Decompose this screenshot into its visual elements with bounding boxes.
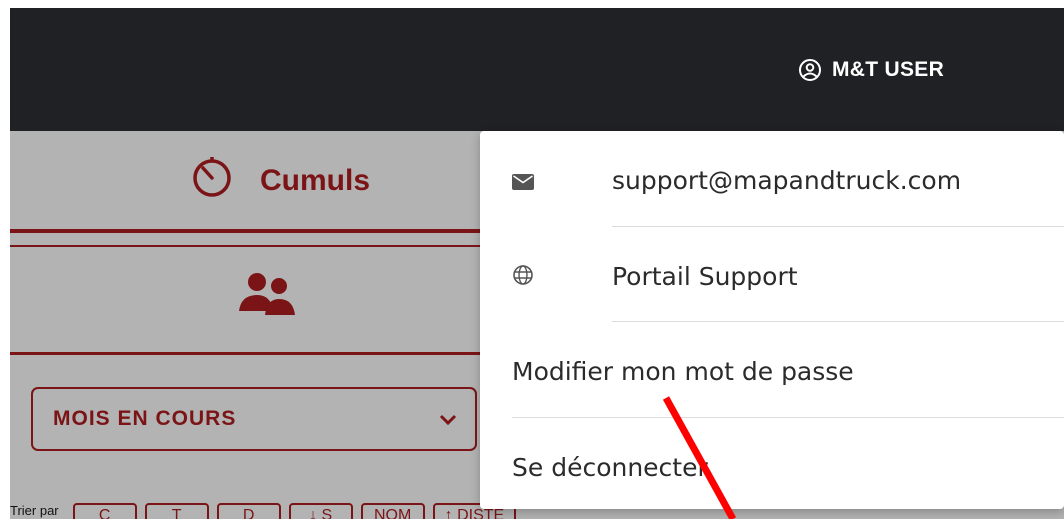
menu-divider (612, 226, 1064, 227)
tab-underline (10, 229, 530, 233)
menu-item-support-email[interactable]: support@mapandtruck.com (480, 133, 1064, 228)
users-underline (10, 352, 530, 355)
menu-item-label: Se déconnecter (512, 453, 708, 482)
envelope-icon (512, 167, 534, 196)
user-dropdown-menu: support@mapandtruck.com Portail Support … (480, 131, 1064, 509)
chevron-down-icon (439, 409, 457, 433)
tab-cumuls[interactable]: Cumuls (190, 155, 370, 207)
sort-button-c[interactable]: C (72, 503, 137, 519)
globe-icon (512, 263, 534, 292)
menu-item-label: Portail Support (612, 262, 798, 291)
sort-button-nom[interactable]: NOM (360, 503, 425, 519)
menu-item-label: Modifier mon mot de passe (512, 357, 854, 386)
user-menu-button[interactable]: M&T USER (798, 48, 944, 92)
sort-label: Trier par (10, 503, 59, 518)
menu-item-logout[interactable]: Se déconnecter (480, 420, 1064, 515)
period-select[interactable]: MOIS EN COURS (31, 387, 477, 451)
users-icon[interactable] (235, 271, 299, 321)
menu-divider (512, 417, 1064, 418)
period-select-value: MOIS EN COURS (53, 407, 237, 430)
menu-item-label: support@mapandtruck.com (612, 166, 962, 195)
sort-toolbar: Trier par C T D ↓ S NOM ↑ DISTE (10, 503, 517, 519)
menu-item-change-password[interactable]: Modifier mon mot de passe (480, 324, 1064, 419)
user-circle-icon (798, 58, 822, 82)
menu-item-support-portal[interactable]: Portail Support (480, 229, 1064, 324)
app-frame: M&T USER Cumuls MOIS EN COURS Trier par … (0, 0, 1064, 519)
menu-divider (612, 321, 1064, 322)
sort-button-t[interactable]: T (144, 503, 209, 519)
sort-button-s[interactable]: ↓ S (288, 503, 353, 519)
top-navbar: M&T USER (10, 8, 1064, 131)
section-divider (10, 245, 530, 247)
tab-cumuls-label: Cumuls (260, 164, 371, 197)
timer-icon (190, 155, 234, 207)
user-name: M&T USER (832, 58, 945, 81)
sort-button-d[interactable]: D (216, 503, 281, 519)
